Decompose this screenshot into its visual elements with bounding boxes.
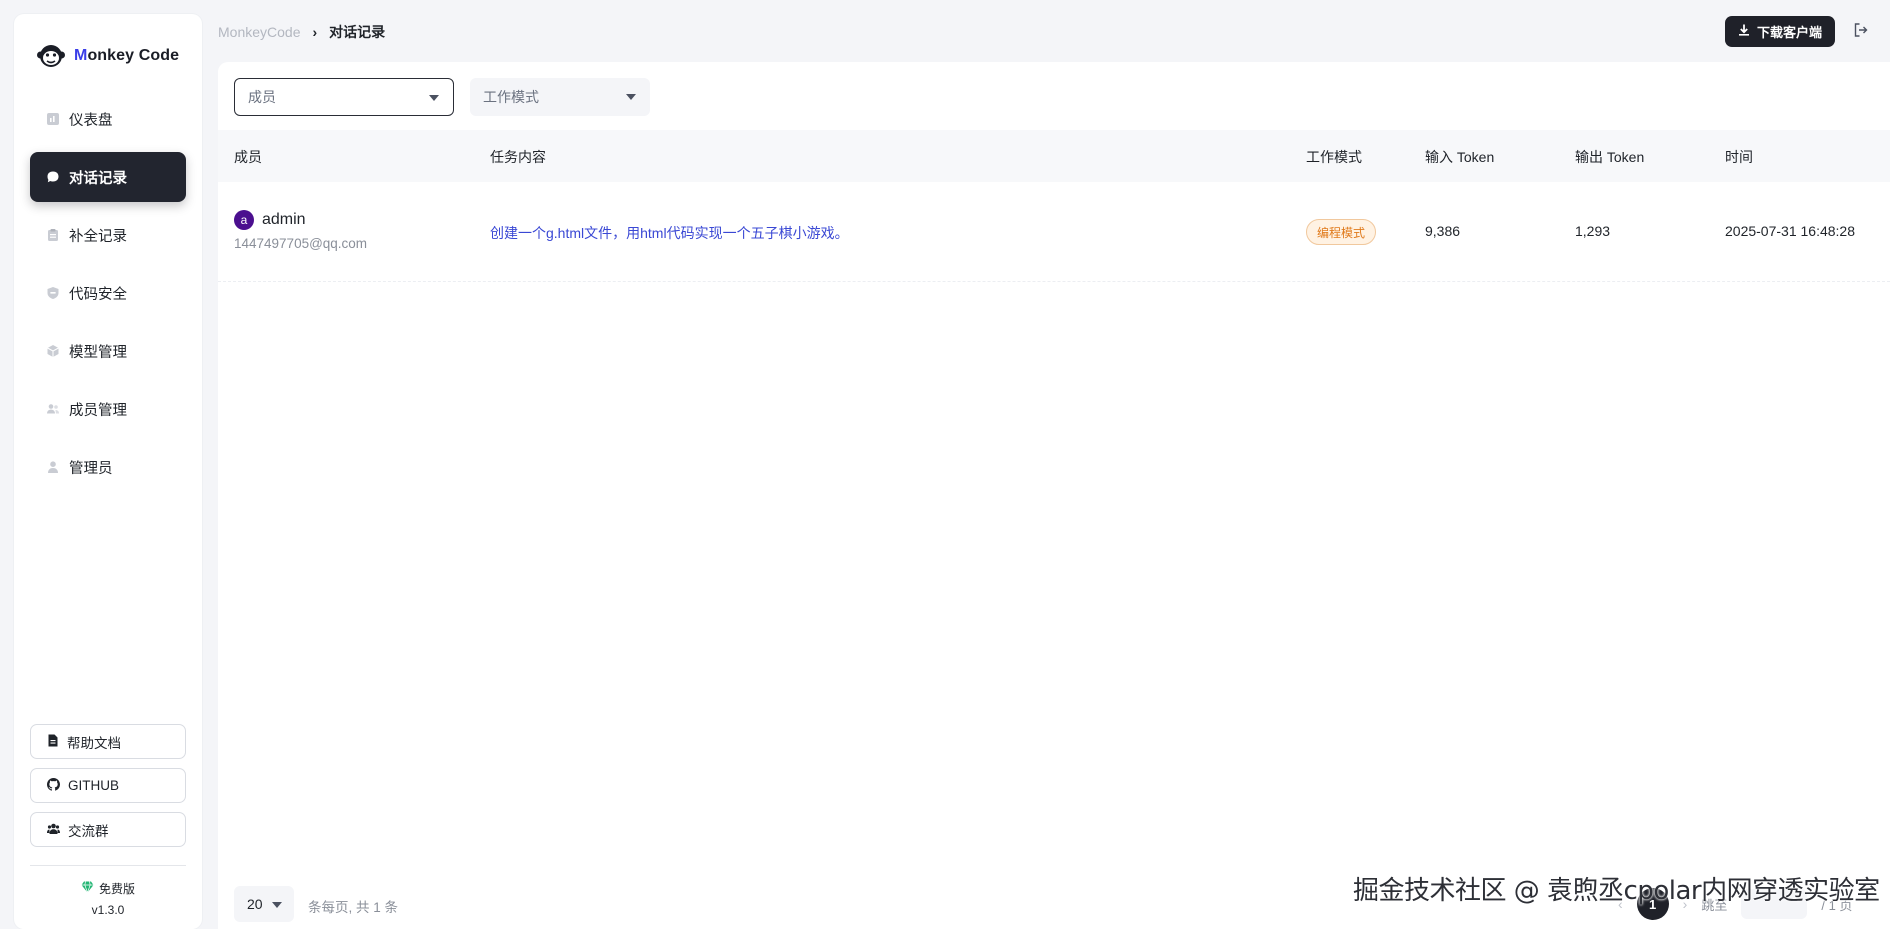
work-mode-filter-placeholder: 工作模式 [483, 89, 539, 105]
watermark: 掘金技术社区 @ 袁煦丞cpolar内网穿透实验室 [1353, 876, 1880, 906]
member-email: 1447497705@qq.com [234, 236, 368, 251]
logout-icon[interactable] [1853, 22, 1869, 38]
admin-icon [46, 460, 60, 474]
sidebar-item-admin[interactable]: 管理员 [30, 442, 186, 492]
github-button[interactable]: GITHUB [30, 768, 186, 803]
table-row[interactable]: a admin 1447497705@qq.com 创建一个g.html文件，用… [218, 182, 1890, 282]
column-header-task: 任务内容 [490, 149, 546, 165]
column-header-output-token: 输出 Token [1575, 149, 1645, 165]
pagination-info: 条每页, 共 1 条 [308, 900, 399, 915]
time-value: 2025-07-31 16:48:28 [1725, 223, 1855, 239]
sidebar-item-label: 成员管理 [69, 402, 127, 419]
version-label: v1.3.0 [91, 903, 125, 917]
column-header-work-mode: 工作模式 [1306, 149, 1362, 165]
help-docs-button[interactable]: 帮助文档 [30, 724, 186, 759]
member-name: admin [262, 211, 306, 228]
download-client-button[interactable]: 下载客户端 [1725, 16, 1835, 47]
cube-icon [46, 344, 60, 358]
avatar: a [234, 210, 254, 230]
table-header: 成员 任务内容 工作模式 输入 Token 输出 Token 时间 [218, 130, 1890, 182]
monkey-logo-icon [36, 41, 66, 71]
sidebar-item-model-management[interactable]: 模型管理 [30, 326, 186, 376]
caret-down-icon [272, 902, 282, 908]
sidebar-item-chat-records[interactable]: 对话记录 [30, 152, 186, 202]
community-group-label: 交流群 [68, 823, 109, 839]
column-header-input-token: 输入 Token [1425, 149, 1495, 165]
help-docs-label: 帮助文档 [67, 735, 121, 751]
sidebar-item-label: 管理员 [69, 460, 113, 477]
sidebar: Monkey Code 仪表盘 对话记录 补全记录 代码安全 模型管理 成员管理… [14, 14, 202, 929]
plan-label: 免费版 [98, 882, 135, 896]
download-icon [1738, 24, 1750, 39]
dashboard-icon [46, 112, 60, 126]
sidebar-links: 帮助文档 GITHUB 交流群 [30, 724, 186, 856]
sidebar-item-label: 仪表盘 [69, 112, 113, 129]
sidebar-nav: 仪表盘 对话记录 补全记录 代码安全 模型管理 成员管理 管理员 [30, 94, 186, 500]
page-size-select[interactable]: 20 [234, 886, 294, 922]
users-icon [46, 402, 60, 416]
column-header-member: 成员 [234, 149, 262, 165]
plan-info: 免费版 v1.3.0 [14, 880, 202, 917]
github-icon [47, 777, 60, 794]
output-token-value: 1,293 [1575, 223, 1611, 239]
sidebar-item-completion-records[interactable]: 补全记录 [30, 210, 186, 260]
main-content: 成员 工作模式 成员 任务内容 工作模式 输入 Token 输出 Token 时… [218, 62, 1890, 929]
community-group-button[interactable]: 交流群 [30, 812, 186, 847]
breadcrumb: MonkeyCode › 对话记录 [218, 22, 385, 42]
app-title: Monkey Code [74, 47, 180, 64]
sidebar-item-label: 代码安全 [69, 286, 127, 303]
chevron-right-icon: › [312, 24, 318, 40]
download-client-label: 下载客户端 [1756, 25, 1822, 40]
sidebar-item-label: 模型管理 [69, 344, 127, 361]
caret-down-icon [626, 94, 636, 100]
caret-down-icon [429, 95, 439, 101]
sidebar-item-member-management[interactable]: 成员管理 [30, 384, 186, 434]
github-label: GITHUB [68, 778, 120, 793]
clipboard-icon [46, 228, 60, 242]
sidebar-item-label: 补全记录 [69, 228, 127, 245]
document-icon [47, 734, 59, 750]
member-filter-placeholder: 成员 [248, 89, 276, 105]
work-mode-badge: 编程模式 [1306, 219, 1377, 245]
diamond-icon [81, 881, 94, 896]
work-mode-filter-select[interactable]: 工作模式 [470, 78, 650, 116]
chat-icon [46, 170, 60, 184]
breadcrumb-home[interactable]: MonkeyCode [218, 24, 301, 40]
input-token-value: 9,386 [1425, 223, 1461, 239]
member-filter-select[interactable]: 成员 [234, 78, 454, 116]
breadcrumb-current: 对话记录 [329, 24, 386, 40]
app-logo[interactable]: Monkey Code [36, 36, 179, 76]
page-size-value: 20 [247, 896, 263, 912]
sidebar-item-code-security[interactable]: 代码安全 [30, 268, 186, 318]
group-icon [47, 822, 60, 838]
task-content-link[interactable]: 创建一个g.html文件，用html代码实现一个五子棋小游戏。 [490, 223, 849, 243]
shield-icon [46, 286, 60, 300]
column-header-time: 时间 [1725, 149, 1753, 165]
sidebar-divider [30, 865, 186, 866]
sidebar-item-dashboard[interactable]: 仪表盘 [30, 94, 186, 144]
sidebar-item-label: 对话记录 [69, 170, 127, 187]
